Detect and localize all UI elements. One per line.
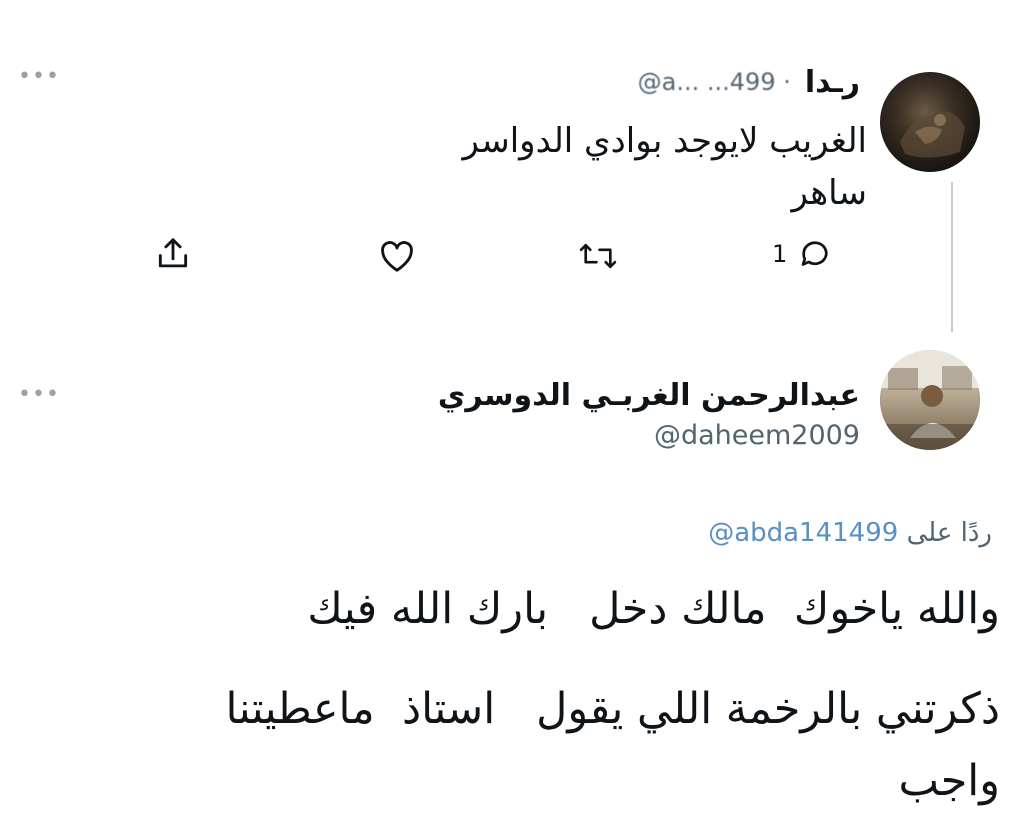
reply-text-line2: ذكرتني بالرخمة اللي يقول استاذ ماعطيتنا xyxy=(225,684,1000,734)
replying-to-prefix: ردًا على xyxy=(906,518,992,548)
parent-author-name[interactable]: رـدا xyxy=(805,65,860,100)
reply-handle[interactable]: @daheem2009 xyxy=(654,420,860,451)
reply-more-icon[interactable]: ••• xyxy=(18,384,60,406)
reply-avatar[interactable] xyxy=(880,350,980,450)
replying-to: ردًا على @abda141499 xyxy=(392,518,992,548)
replying-to-handle[interactable]: @abda141499 xyxy=(708,518,898,548)
reply-action[interactable]: 1 xyxy=(772,236,833,272)
parent-avatar-image xyxy=(900,111,965,158)
reply-text-line3: واجب xyxy=(898,756,1000,806)
parent-tweet-text-line1: الغريب لايوجد بوادي الدواسر xyxy=(462,121,867,161)
share-icon[interactable] xyxy=(154,234,192,278)
parent-more-icon[interactable]: ••• xyxy=(18,66,60,88)
chat-bubble-icon xyxy=(797,236,833,272)
retweet-icon[interactable] xyxy=(578,240,618,276)
parent-avatar[interactable] xyxy=(880,72,980,172)
parent-handle[interactable]: @a... ...499 · xyxy=(638,68,791,96)
parent-header: رـدا @a... ...499 · xyxy=(380,62,860,102)
reply-text-line1: والله ياخوك مالك دخل بارك الله فيك xyxy=(307,584,1000,634)
reply-author-name[interactable]: عبدالرحمن الغربـي الدوسري xyxy=(260,378,860,413)
heart-icon[interactable] xyxy=(378,238,416,278)
reply-avatar-image xyxy=(880,350,980,450)
parent-tweet-text-line2: ساهر xyxy=(791,173,867,213)
thread-connector-line xyxy=(951,182,953,332)
reply-count: 1 xyxy=(772,240,788,268)
